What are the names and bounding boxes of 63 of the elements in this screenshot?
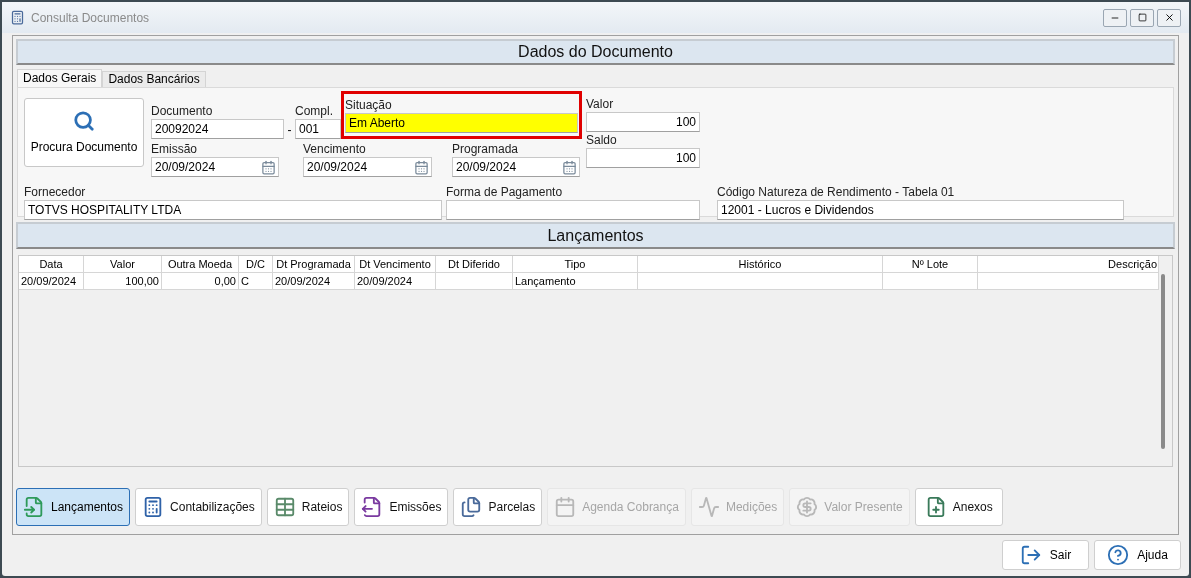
exit-icon	[1019, 544, 1042, 566]
table-cell: 20/09/2024	[273, 273, 355, 290]
field-label: Valor	[586, 96, 615, 112]
section-header: Dados do Documento	[16, 39, 1175, 65]
input-field[interactable]: 20092024	[151, 119, 284, 139]
app-icon	[10, 10, 25, 25]
field-label: Situação	[345, 97, 393, 113]
scrollbar[interactable]	[1161, 274, 1165, 449]
input-field[interactable]: TOTVS HOSPITALITY LTDA	[24, 200, 442, 220]
tab[interactable]: Dados Gerais	[17, 69, 103, 87]
input-field[interactable]	[446, 200, 700, 220]
document-arrow-icon	[23, 496, 45, 518]
money-icon	[796, 496, 819, 518]
input-field[interactable]: Em Aberto	[345, 113, 578, 133]
date-field[interactable]: 20/09/2024	[303, 157, 432, 177]
table-cell: 20/09/2024	[355, 273, 436, 290]
toolbar-button[interactable]: Lançamentos	[16, 488, 131, 526]
date-field[interactable]: 20/09/2024	[452, 157, 580, 177]
section-header: Lançamentos	[16, 222, 1175, 249]
field-label: Forma de Pagamento	[446, 184, 564, 200]
input-field[interactable]: 100	[586, 148, 700, 168]
input-field[interactable]: 100	[586, 112, 700, 132]
help-icon	[1107, 544, 1130, 566]
table-cell: C	[239, 273, 273, 290]
documents-icon	[460, 496, 483, 518]
calendar-icon[interactable]	[562, 159, 577, 175]
calendar-icon	[554, 496, 577, 518]
tab[interactable]: Dados Bancários	[102, 71, 206, 87]
field-label: Emissão	[151, 141, 198, 157]
toolbar-button[interactable]: Emissões	[354, 488, 449, 526]
window-title: Consulta Documentos	[31, 9, 150, 27]
field-label: Fornecedor	[24, 184, 87, 200]
close-button[interactable]	[1157, 8, 1181, 27]
field-label: Compl.	[295, 103, 334, 119]
maximize-icon	[1137, 13, 1147, 22]
toolbar-button[interactable]: Rateios	[266, 488, 350, 526]
calendar-icon[interactable]	[414, 159, 429, 175]
toolbar-button[interactable]: Contabilizações	[135, 488, 262, 526]
footer-button[interactable]: Ajuda	[1094, 540, 1181, 570]
input-field[interactable]: 001	[295, 119, 341, 139]
search-icon	[73, 109, 95, 132]
calendar-icon[interactable]	[261, 159, 276, 175]
maximize-button[interactable]	[1130, 8, 1154, 27]
minimize-button[interactable]	[1103, 8, 1127, 27]
table-cell: 100,00	[84, 273, 162, 290]
separator-text: -	[286, 122, 293, 139]
field-label: Saldo	[586, 132, 618, 148]
close-icon	[1163, 12, 1175, 23]
table-cell: 0,00	[162, 273, 239, 290]
field-label: Código Natureza de Rendimento - Tabela 01	[717, 184, 956, 200]
search-button[interactable]: Procura Documento	[24, 98, 144, 167]
field-label: Vencimento	[303, 141, 367, 157]
toolbar-button[interactable]: Parcelas	[453, 488, 543, 526]
toolbar-button[interactable]: Anexos	[914, 488, 1003, 526]
pulse-icon	[697, 496, 720, 518]
table-cell: Lançamento	[513, 273, 638, 290]
date-field[interactable]: 20/09/2024	[151, 157, 279, 177]
field-label: Programada	[452, 141, 520, 157]
field-label: Documento	[151, 103, 214, 119]
table-icon	[273, 496, 296, 518]
table-cell: 20/09/2024	[19, 273, 84, 290]
footer-button[interactable]: Sair	[1002, 540, 1089, 570]
input-field[interactable]: 12001 - Lucros e Dividendos	[717, 200, 1124, 220]
